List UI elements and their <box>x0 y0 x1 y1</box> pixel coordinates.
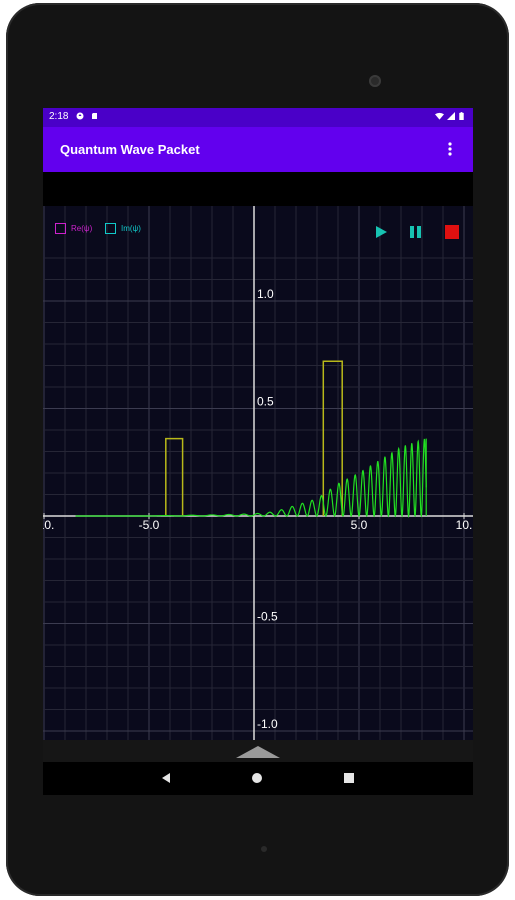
plot-canvas: -10. -5.0 5.0 10. 1.0 0.5 -0.5 -1.0 <box>43 206 473 740</box>
screen: 2:18 Quantum Wave Packet -10. -5.0 5.0 10. 1… <box>43 108 473 795</box>
expand-handle-icon[interactable] <box>236 746 280 758</box>
y-tick-label: -1.0 <box>257 717 278 731</box>
legend-imag-label: Im(ψ) <box>121 224 141 233</box>
x-tick-label: -10. <box>43 518 54 532</box>
overflow-menu-icon[interactable] <box>443 140 457 158</box>
play-icon <box>376 226 387 238</box>
legend-imag[interactable]: Im(ψ) <box>105 223 155 235</box>
x-tick-label: 10. <box>456 518 473 532</box>
legend-real[interactable]: Re(ψ) <box>55 223 105 235</box>
top-spacer <box>43 172 473 206</box>
microphone <box>261 846 267 852</box>
status-time: 2:18 <box>49 111 69 122</box>
status-bar: 2:18 <box>43 108 473 127</box>
stop-icon <box>445 225 459 239</box>
pause-button[interactable] <box>408 224 424 240</box>
play-button[interactable] <box>373 224 389 240</box>
navigation-bar <box>43 762 473 795</box>
y-tick-label: 1.0 <box>257 287 274 301</box>
potential-barrier <box>322 360 343 516</box>
y-tick-label: -0.5 <box>257 610 278 624</box>
recents-icon[interactable] <box>343 772 355 784</box>
wifi-icon <box>435 112 444 120</box>
bottom-sheet-handle-bar <box>43 740 473 762</box>
wave-plot: -10. -5.0 5.0 10. 1.0 0.5 -0.5 -1.0 Re(ψ) Im(ψ) <box>43 206 473 740</box>
y-tick-label: 0.5 <box>257 395 274 409</box>
sd-card-icon <box>92 113 97 119</box>
legend-imag-swatch <box>105 223 116 234</box>
potential-barrier <box>165 437 184 516</box>
sync-icon <box>76 112 84 120</box>
legend-real-swatch <box>55 223 66 234</box>
battery-icon <box>459 112 464 120</box>
pause-icon <box>410 226 421 238</box>
stop-button[interactable] <box>444 224 460 240</box>
x-tick-label: -5.0 <box>139 518 160 532</box>
home-icon[interactable] <box>251 772 263 784</box>
app-title: Quantum Wave Packet <box>60 142 200 157</box>
legend-real-label: Re(ψ) <box>71 224 93 233</box>
front-camera <box>369 75 381 87</box>
app-bar: Quantum Wave Packet <box>43 127 473 172</box>
signal-icon <box>447 112 455 120</box>
x-tick-label: 5.0 <box>351 518 368 532</box>
back-icon[interactable] <box>160 772 172 784</box>
